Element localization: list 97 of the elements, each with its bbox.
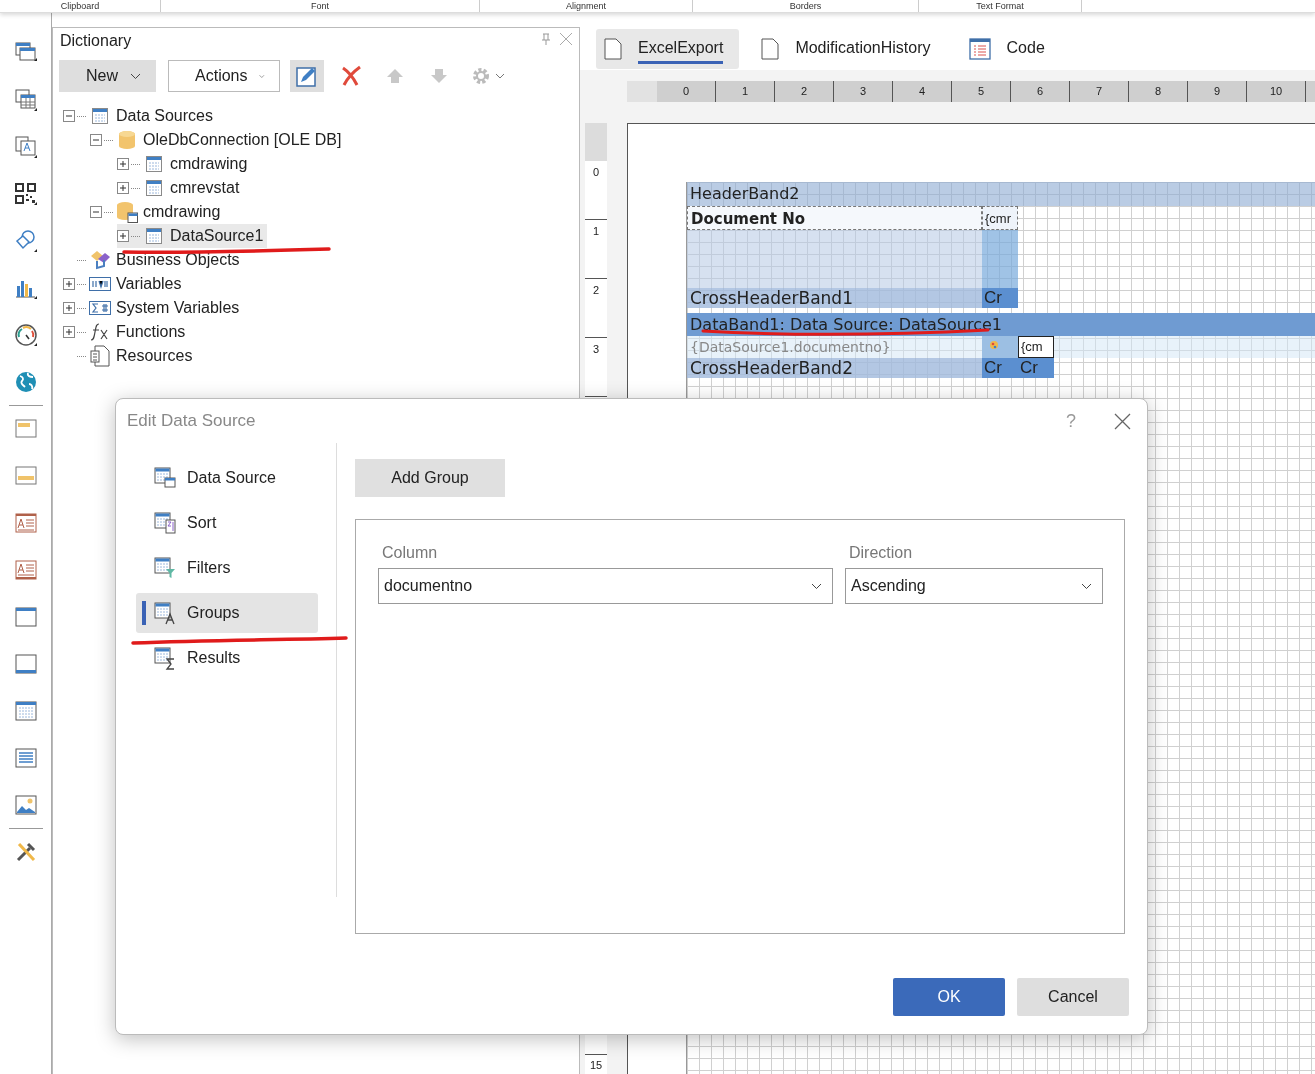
expand-icon[interactable] [63, 302, 75, 314]
expand-icon[interactable] [117, 182, 129, 194]
table-icon [146, 156, 162, 172]
document-icon [90, 345, 110, 367]
sort-icon [154, 511, 177, 535]
database-table-icon [116, 201, 138, 223]
nav-item[interactable]: Results [136, 638, 318, 678]
report-cell: {cm [1018, 336, 1054, 358]
field-label: Column [381, 544, 439, 562]
data-source-icon [154, 466, 177, 490]
report-cell: Document No [687, 206, 982, 230]
add-group-button[interactable]: Add Group [355, 459, 505, 497]
system-variables-icon [89, 301, 111, 315]
report-cell: Cr [982, 358, 1018, 378]
expand-icon[interactable] [117, 230, 129, 242]
tree-item[interactable]: DataSource1 [117, 224, 268, 248]
table-icon [92, 108, 108, 124]
report-cell: Cr [1018, 358, 1054, 378]
ribbon-group-label: Borders [789, 1, 822, 11]
field-label: Direction [848, 544, 914, 562]
header-band-icon[interactable] [13, 605, 38, 629]
nav-item[interactable]: Data Source [136, 458, 318, 498]
list-band-icon[interactable] [13, 746, 38, 770]
group-icon [154, 601, 177, 625]
tree-item[interactable]: OleDbConnection [OLE DB] [90, 128, 346, 152]
ribbon-group-label: Text Format [976, 1, 1024, 11]
tree-item[interactable]: Functions [63, 320, 190, 344]
pin-icon[interactable] [541, 33, 551, 45]
filter-icon [154, 556, 177, 580]
ribbon-group-label: Font [311, 1, 329, 11]
report-cell: {cmr [982, 206, 1018, 230]
report-tab[interactable]: Code [960, 29, 1061, 69]
qr-code-icon[interactable] [13, 182, 38, 206]
tree-item[interactable]: Resources [63, 344, 197, 368]
sum-icon [154, 646, 177, 670]
caret-icon [1081, 582, 1092, 590]
column-dropdown[interactable]: documentno [378, 568, 833, 604]
expand-icon[interactable] [63, 278, 75, 290]
nav-item[interactable]: Groups [136, 593, 318, 633]
horizontal-ruler: 0 1 2 3 4 5 6 7 8 9 10 [627, 81, 1315, 102]
page-icon [604, 38, 622, 60]
band-title: CrossHeaderBand1 [687, 288, 982, 308]
page-icon [761, 38, 780, 60]
table-icon [146, 228, 162, 244]
table-icon [146, 180, 162, 196]
report-cell: Cr [982, 288, 1018, 308]
footer-band-icon[interactable] [13, 652, 38, 676]
code-icon [968, 38, 991, 60]
edit-icon[interactable] [296, 65, 318, 87]
close-icon[interactable] [1114, 412, 1131, 430]
tables-icon[interactable] [13, 88, 38, 112]
collapse-icon[interactable] [90, 134, 102, 146]
actions-button[interactable]: Actions [168, 60, 280, 92]
database-icon [118, 130, 136, 150]
tree-item[interactable]: System Variables [63, 296, 244, 320]
nav-item[interactable]: Sort [136, 503, 318, 543]
report-tab[interactable]: ExcelExport [596, 29, 740, 69]
shapes-icon[interactable] [13, 229, 38, 253]
cancel-button[interactable]: Cancel [1017, 978, 1129, 1016]
expand-icon[interactable] [63, 326, 75, 338]
ribbon-group-label: Alignment [566, 1, 606, 11]
tree-item[interactable]: cmdrawing [90, 200, 225, 224]
tree-item[interactable]: cmdrawing [117, 152, 252, 176]
report-tab[interactable]: ModificationHistory [753, 29, 947, 69]
cube-icon [89, 250, 111, 270]
nav-item[interactable]: Filters [136, 548, 318, 588]
expand-icon[interactable] [117, 158, 129, 170]
text-image-icon[interactable] [13, 135, 38, 159]
tree-item[interactable]: Data Sources [63, 104, 217, 128]
caret-icon [130, 72, 141, 80]
globe-icon[interactable] [13, 370, 38, 394]
data-band-icon[interactable] [13, 699, 38, 723]
gauge-icon[interactable] [13, 323, 38, 347]
ribbon-group-label: Clipboard [60, 1, 100, 11]
tree-item[interactable]: Variables [63, 272, 186, 296]
band-title: DataBand1: Data Source: DataSource1 [687, 313, 1315, 336]
ok-button[interactable]: OK [893, 978, 1005, 1016]
image-icon[interactable] [13, 793, 38, 817]
band-column-area [982, 230, 1018, 288]
band-title: HeaderBand2 [687, 182, 1315, 206]
report-title-icon[interactable] [13, 511, 38, 535]
collapse-icon[interactable] [63, 110, 75, 122]
report-cell-text: {DataSource1.documentno} [689, 338, 892, 357]
panel-title: Dictionary [60, 32, 132, 50]
report-summary-icon[interactable] [13, 558, 38, 582]
new-button[interactable]: New [59, 60, 156, 92]
caret-icon [259, 72, 265, 80]
dialog-title: Edit Data Source [127, 411, 256, 431]
function-icon [90, 322, 110, 342]
caret-icon [811, 582, 822, 590]
direction-dropdown[interactable]: Ascending [845, 568, 1103, 604]
variables-icon [89, 277, 111, 291]
collapse-icon[interactable] [90, 206, 102, 218]
band-title: CrossHeaderBand2 [687, 358, 982, 378]
tree-item[interactable]: cmrevstat [117, 176, 244, 200]
tree-item[interactable]: Business Objects [63, 248, 244, 272]
delete-icon[interactable] [340, 65, 362, 87]
